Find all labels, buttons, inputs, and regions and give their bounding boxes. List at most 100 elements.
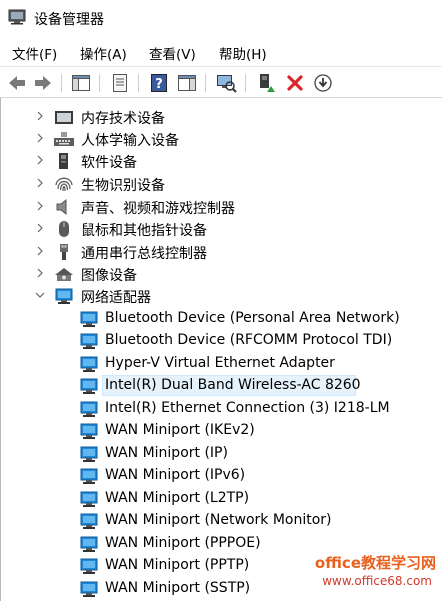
toolbar-separator <box>61 74 62 92</box>
tree-device-label: Intel(R) Dual Band Wireless-AC 8260 <box>105 377 361 393</box>
help-icon[interactable]: ? <box>148 72 170 94</box>
chevron-right-icon[interactable] <box>34 222 46 234</box>
back-icon[interactable] <box>6 72 28 94</box>
network-adapter-icon <box>80 311 98 327</box>
fingerprint-icon <box>55 177 73 192</box>
chevron-right-icon[interactable] <box>34 110 46 122</box>
tree-device-label: WAN Miniport (IPv6) <box>105 467 246 483</box>
tree-category-memory[interactable]: 内存技术设备 <box>1 106 442 128</box>
action-pane-icon[interactable] <box>176 72 198 94</box>
tree-device-label: Bluetooth Device (RFCOMM Protocol TDI) <box>105 332 393 348</box>
tree-category-label: 软件设备 <box>81 155 137 171</box>
tree-device-label: WAN Miniport (PPTP) <box>105 557 250 573</box>
tree-device-item[interactable]: Intel(R) Ethernet Connection (3) I218-LM <box>1 398 442 420</box>
menu-action[interactable]: 操作(A) <box>80 43 127 63</box>
tree-device-item-selected[interactable]: Intel(R) Dual Band Wireless-AC 8260 <box>1 375 442 397</box>
network-adapter-icon <box>80 401 98 417</box>
tree-device-label: Hyper-V Virtual Ethernet Adapter <box>105 355 335 371</box>
scan-hardware-icon[interactable] <box>215 72 237 94</box>
menu-file[interactable]: 文件(F) <box>12 43 57 63</box>
software-device-icon <box>59 153 68 169</box>
tree-device-item[interactable]: WAN Miniport (L2TP) <box>1 488 442 510</box>
device-tree[interactable]: 内存技术设备 人体学输入设备 软件设备 生物识别设备 声音、视频和游戏控制器 鼠… <box>0 98 442 601</box>
network-adapter-icon <box>80 491 98 507</box>
hid-keyboard-icon <box>54 132 74 146</box>
chevron-right-icon[interactable] <box>34 132 46 144</box>
chevron-right-icon[interactable] <box>34 245 46 257</box>
network-adapter-icon <box>80 558 98 574</box>
tree-category-label: 鼠标和其他指针设备 <box>81 223 207 239</box>
toolbar-separator <box>245 74 246 92</box>
tree-category-label: 内存技术设备 <box>81 111 165 127</box>
tree-device-label: WAN Miniport (Network Monitor) <box>105 512 332 528</box>
window-title: 设备管理器 <box>34 12 104 28</box>
network-adapter-icon <box>80 581 98 597</box>
chevron-right-icon[interactable] <box>34 154 46 166</box>
svg-text:?: ? <box>155 77 163 92</box>
tree-category-label: 人体学输入设备 <box>81 133 179 149</box>
uninstall-icon[interactable] <box>284 72 306 94</box>
tree-device-item[interactable]: WAN Miniport (IKEv2) <box>1 420 442 442</box>
tree-category-label: 图像设备 <box>81 268 137 284</box>
console-tree-icon[interactable] <box>70 72 92 94</box>
tree-device-item[interactable]: WAN Miniport (IPv6) <box>1 465 442 487</box>
properties-icon[interactable] <box>109 72 131 94</box>
watermark-url: www.office68.com <box>322 574 432 588</box>
tree-device-label: WAN Miniport (PPPOE) <box>105 535 261 551</box>
network-adapter-icon <box>80 333 98 349</box>
tree-device-label: WAN Miniport (IKEv2) <box>105 422 255 438</box>
tree-category-label: 通用串行总线控制器 <box>81 246 207 262</box>
speaker-icon <box>56 198 67 216</box>
chevron-right-icon[interactable] <box>34 267 46 279</box>
tree-device-item[interactable]: WAN Miniport (IP) <box>1 443 442 465</box>
forward-icon[interactable] <box>32 72 54 94</box>
toolbar-separator <box>99 74 100 92</box>
tree-device-item[interactable]: Hyper-V Virtual Ethernet Adapter <box>1 353 442 375</box>
camera-icon <box>55 268 73 281</box>
tree-device-label: WAN Miniport (SSTP) <box>105 580 251 596</box>
menu-help[interactable]: 帮助(H) <box>219 43 267 63</box>
tree-category-label: 网络适配器 <box>81 290 151 306</box>
title-bar: 设备管理器 <box>0 0 442 36</box>
tree-category-mouse[interactable]: 鼠标和其他指针设备 <box>1 218 442 240</box>
update-driver-icon[interactable] <box>255 72 277 94</box>
tree-device-label: Intel(R) Ethernet Connection (3) I218-LM <box>105 400 390 416</box>
tree-category-hid[interactable]: 人体学输入设备 <box>1 128 442 150</box>
toolbar-separator <box>138 74 139 92</box>
tree-category-imaging[interactable]: 图像设备 <box>1 263 442 285</box>
chevron-down-icon[interactable] <box>34 289 46 301</box>
tree-device-item[interactable]: Bluetooth Device (Personal Area Network) <box>1 308 442 330</box>
download-icon[interactable] <box>312 72 334 94</box>
tree-device-label: WAN Miniport (L2TP) <box>105 490 250 506</box>
toolbar-separator <box>205 74 206 92</box>
tree-device-label: WAN Miniport (IP) <box>105 445 228 461</box>
tree-category-label: 声音、视频和游戏控制器 <box>81 201 235 217</box>
tree-category-software[interactable]: 软件设备 <box>1 150 442 172</box>
tree-category-network-adapters[interactable]: 网络适配器 <box>1 285 442 307</box>
tree-category-usb[interactable]: 通用串行总线控制器 <box>1 241 442 263</box>
tree-category-sound[interactable]: 声音、视频和游戏控制器 <box>1 196 442 218</box>
network-adapter-icon <box>80 446 98 462</box>
chevron-right-icon[interactable] <box>34 177 46 189</box>
menu-bar: 文件(F) 操作(A) 查看(V) 帮助(H) <box>0 36 442 66</box>
usb-icon <box>60 244 68 260</box>
network-adapter-icon <box>55 288 73 304</box>
device-manager-icon <box>8 9 26 25</box>
tree-category-biometric[interactable]: 生物识别设备 <box>1 173 442 195</box>
network-adapter-icon <box>80 536 98 552</box>
mouse-icon <box>59 221 69 237</box>
network-adapter-icon <box>80 378 98 394</box>
network-adapter-icon <box>80 356 98 372</box>
network-adapter-icon <box>80 513 98 529</box>
memory-device-icon <box>55 111 73 124</box>
watermark-title: office教程学习网 <box>314 554 436 572</box>
tree-device-label: Bluetooth Device (Personal Area Network) <box>105 310 400 326</box>
network-adapter-icon <box>80 423 98 439</box>
tree-device-item[interactable]: Bluetooth Device (RFCOMM Protocol TDI) <box>1 330 442 352</box>
tree-device-item[interactable]: WAN Miniport (Network Monitor) <box>1 510 442 532</box>
network-adapter-icon <box>80 468 98 484</box>
tree-category-label: 生物识别设备 <box>81 178 165 194</box>
toolbar: ? <box>0 66 442 98</box>
chevron-right-icon[interactable] <box>34 200 46 212</box>
menu-view[interactable]: 查看(V) <box>149 43 196 63</box>
